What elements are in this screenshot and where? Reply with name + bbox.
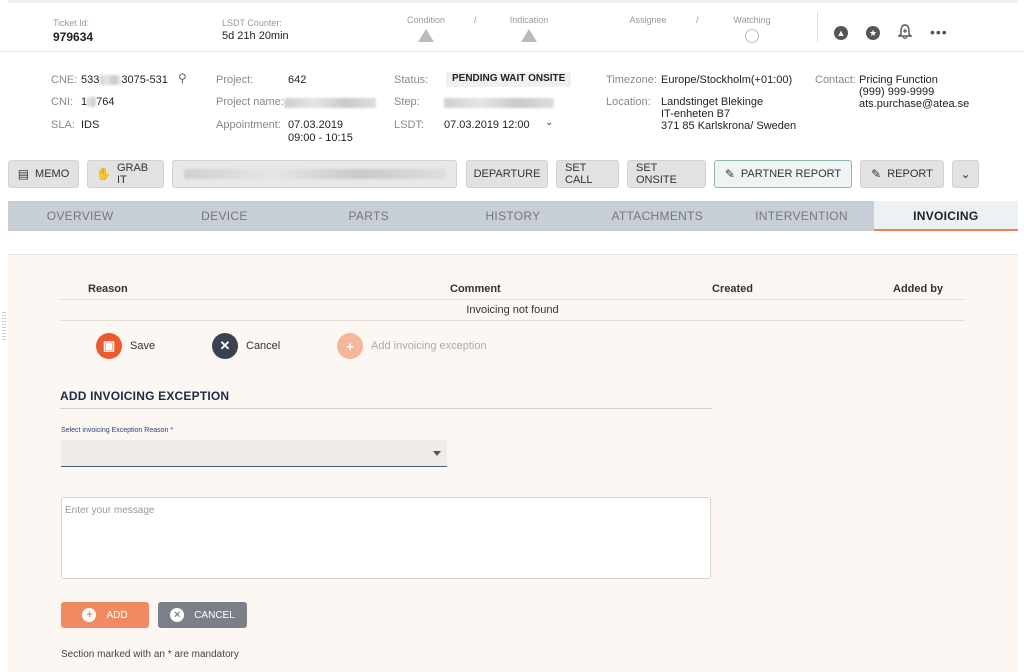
partner-report-button[interactable]: ✎ PARTNER REPORT <box>714 160 852 188</box>
pencil-icon: ✎ <box>871 167 882 181</box>
tab-device[interactable]: DEVICE <box>152 201 296 231</box>
close-circle-icon: × <box>170 608 185 622</box>
action-toolbar: ▤ MEMO ✋ GRAB IT DEPARTURE SET CALL SET … <box>0 156 1024 192</box>
contact-phone: (999) 999-9999 <box>859 86 935 98</box>
warning-icon <box>418 29 434 42</box>
step-value <box>444 98 554 108</box>
message-input[interactable] <box>62 498 710 578</box>
cne-value: 533 3075-531 <box>81 74 168 86</box>
ticket-id: Ticket Id: 979634 <box>53 18 94 44</box>
section-title: ADD INVOICING EXCEPTION <box>60 389 230 403</box>
resize-handle[interactable] <box>2 312 6 340</box>
lsdt-counter-value: 5d 21h 20min <box>222 30 289 42</box>
set-call-button[interactable]: SET CALL <box>556 160 619 188</box>
lsdt-counter: LSDT Counter: 5d 21h 20min <box>222 18 289 42</box>
mandatory-note: Section marked with an * are mandatory <box>61 649 239 660</box>
column-header-created: Created <box>712 283 753 295</box>
memo-icon: ▤ <box>17 167 30 181</box>
more-actions-button[interactable]: ⌄ <box>952 160 979 188</box>
location-line-2: IT-enheten B7 <box>661 108 731 120</box>
report-button[interactable]: ✎ REPORT <box>860 160 944 188</box>
sla-value: IDS <box>81 119 100 131</box>
hand-icon: ✋ <box>96 167 111 181</box>
exception-reason-select[interactable] <box>61 440 447 467</box>
lsdt-value: 07.03.2019 12:00 <box>444 119 530 131</box>
caret-down-icon <box>433 451 441 456</box>
tab-attachments[interactable]: ATTACHMENTS <box>585 201 729 231</box>
pencil-icon: ✎ <box>724 167 735 181</box>
customer-button[interactable] <box>172 160 457 188</box>
tab-overview[interactable]: OVERVIEW <box>8 201 152 231</box>
location-line-3: 371 85 Karlskrona/ Sweden <box>661 120 797 132</box>
assignee[interactable]: Assignee <box>618 15 678 25</box>
invoicing-panel: Reason Comment Created Added by Invoicin… <box>8 233 1018 672</box>
status-badge: PENDING WAIT ONSITE <box>446 72 572 87</box>
departure-button[interactable]: DEPARTURE <box>466 160 548 188</box>
search-icon[interactable]: ⚲ <box>178 71 187 85</box>
star-icon[interactable]: ★ <box>866 26 880 40</box>
set-onsite-button[interactable]: SET ONSITE <box>627 160 706 188</box>
timezone-value: Europe/Stockholm(+01:00) <box>661 74 793 86</box>
project-name-value <box>284 98 376 108</box>
column-header-comment: Comment <box>450 283 501 295</box>
chevron-down-icon: ⌄ <box>960 167 971 181</box>
save-icon: ▣ <box>96 333 122 359</box>
indication-indicator[interactable]: Indication <box>499 15 559 42</box>
ticket-header: Ticket Id: 979634 LSDT Counter: 5d 21h 2… <box>0 0 1024 52</box>
appointment-date: 07.03.2019 <box>288 119 344 131</box>
appointment-time: 09:00 - 10:15 <box>288 132 353 144</box>
eye-icon <box>745 29 759 43</box>
condition-indicator[interactable]: Condition <box>396 15 456 42</box>
chevron-down-icon[interactable]: ⌄ <box>545 117 553 128</box>
memo-button[interactable]: ▤ MEMO <box>8 160 79 188</box>
close-icon: ✕ <box>212 333 238 359</box>
save-button[interactable]: ▣ Save <box>96 333 155 359</box>
add-invoicing-exception-button[interactable]: + Add invoicing exception <box>337 333 487 359</box>
tab-invoicing[interactable]: INVOICING <box>873 201 1018 231</box>
contact-name: Pricing Function <box>859 74 938 86</box>
bell-icon[interactable] <box>898 24 912 40</box>
cancel-form-button[interactable]: × CANCEL <box>158 602 247 628</box>
add-button[interactable]: + ADD <box>61 602 149 628</box>
tab-parts[interactable]: PARTS <box>297 201 441 231</box>
cancel-button[interactable]: ✕ Cancel <box>212 333 280 359</box>
watching[interactable]: Watching <box>722 15 782 43</box>
plus-icon: + <box>337 333 363 359</box>
flame-icon[interactable]: ▲ <box>834 26 848 40</box>
cni-value: 1 764 <box>81 96 115 108</box>
tab-history[interactable]: HISTORY <box>441 201 585 231</box>
reason-select-label: Select invoicing Exception Reason * <box>61 427 174 434</box>
warning-icon <box>521 29 537 42</box>
grab-it-button[interactable]: ✋ GRAB IT <box>87 160 164 188</box>
column-header-reason: Reason <box>88 283 128 295</box>
plus-circle-icon: + <box>82 608 97 622</box>
project-value: 642 <box>288 74 307 86</box>
message-field[interactable] <box>61 497 711 579</box>
ticket-tabs: OVERVIEW DEVICE PARTS HISTORY ATTACHMENT… <box>8 201 1018 231</box>
location-line-1: Landstinget Blekinge <box>661 96 764 108</box>
ticket-id-value: 979634 <box>53 30 94 44</box>
empty-table-message: Invoicing not found <box>466 304 559 316</box>
tab-intervention[interactable]: INTERVENTION <box>729 201 873 231</box>
more-options-icon[interactable]: ••• <box>930 24 948 40</box>
column-header-added-by: Added by <box>893 283 944 295</box>
contact-email[interactable]: ats.purchase@atea.se <box>859 98 969 110</box>
ticket-info: CNE: 533 3075-531 ⚲ CNI: 1 764 SLA: IDS Pr… <box>51 71 970 144</box>
